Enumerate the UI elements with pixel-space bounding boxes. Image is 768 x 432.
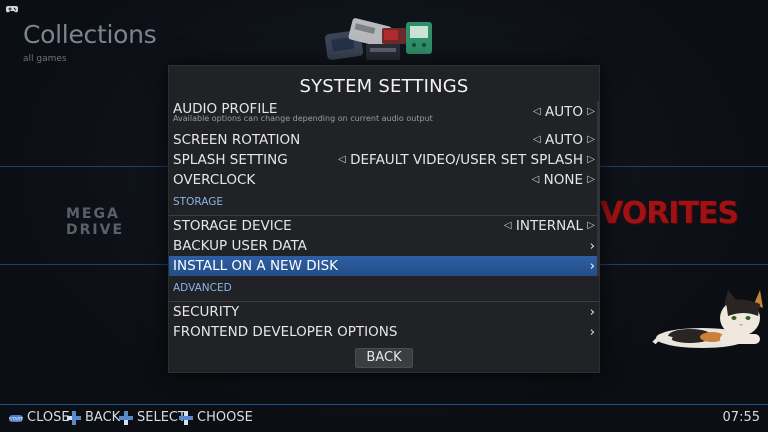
backup-user-data-option[interactable]: BACKUP USER DATA › (169, 236, 599, 256)
option-label: INSTALL ON A NEW DISK (173, 258, 339, 274)
frontend-developer-options-option[interactable]: FRONTEND DEVELOPER OPTIONS › (169, 322, 599, 340)
audio-profile-option[interactable]: AUDIO PROFILE ◁ AUTO ▷ Available options… (169, 102, 599, 125)
hint-back-label: BACK (85, 410, 121, 425)
option-label: BACKUP USER DATA (173, 238, 307, 254)
hint-close-label: CLOSE (27, 410, 70, 425)
collection-title: Collections (23, 20, 157, 49)
dpad-icon (119, 411, 133, 425)
arrow-right-icon[interactable]: ▷ (587, 130, 595, 150)
section-divider (169, 280, 599, 302)
chevron-right-icon: › (589, 324, 595, 340)
overclock-option[interactable]: OVERCLOCK ◁ NONE ▷ (169, 170, 599, 190)
arrow-left-icon[interactable]: ◁ (533, 130, 541, 150)
clock: 07:55 (722, 410, 760, 425)
screen: Collections all games MEGA DRIVE VORITES (0, 0, 768, 432)
splash-setting-option[interactable]: SPLASH SETTING ◁ DEFAULT VIDEO/USER SET … (169, 150, 599, 170)
system-settings-dialog: SYSTEM SETTINGS AUDIO PROFILE ◁ AUTO ▷ A… (168, 65, 600, 373)
dialog-title: SYSTEM SETTINGS (299, 76, 469, 97)
settings-list: AUDIO PROFILE ◁ AUTO ▷ Available options… (169, 102, 599, 340)
arrow-left-icon[interactable]: ◁ (338, 150, 346, 170)
gamepad-icon (6, 6, 18, 13)
option-label: STORAGE DEVICE (173, 218, 292, 234)
option-value: AUTO (545, 104, 583, 120)
start-button-icon: START (9, 415, 23, 423)
option-label: FRONTEND DEVELOPER OPTIONS (173, 324, 398, 340)
collection-subtitle: all games (23, 54, 67, 64)
install-on-new-disk-option[interactable]: INSTALL ON A NEW DISK › (169, 256, 599, 276)
settings-scrollbar[interactable] (597, 101, 600, 276)
option-label: SCREEN ROTATION (173, 132, 301, 148)
arrow-right-icon[interactable]: ▷ (587, 150, 595, 170)
chevron-right-icon: › (589, 258, 595, 274)
footer-help-bar: START CLOSE BACK SELECT CHOOSE 07:55 (0, 405, 768, 432)
option-value: AUTO (545, 132, 583, 148)
option-value-selector[interactable]: ◁ NONE ▷ (532, 170, 595, 190)
option-value: NONE (543, 172, 583, 188)
arrow-right-icon[interactable]: ▷ (587, 170, 595, 190)
arrow-right-icon[interactable]: ▷ (587, 216, 595, 236)
section-divider (169, 194, 599, 216)
mega-drive-logo: MEGA DRIVE (66, 206, 125, 238)
svg-text:START: START (9, 417, 23, 423)
option-label: OVERCLOCK (173, 172, 256, 188)
hint-select: SELECT (118, 410, 186, 426)
arrow-right-icon[interactable]: ▷ (587, 102, 595, 122)
hint-choose: CHOOSE (178, 410, 253, 426)
dpad-icon (67, 411, 81, 425)
storage-device-option[interactable]: STORAGE DEVICE ◁ INTERNAL ▷ (169, 216, 599, 236)
security-option[interactable]: SECURITY › (169, 302, 599, 322)
hint-close: START CLOSE (8, 410, 70, 426)
hint-back: BACK (66, 410, 120, 426)
screen-rotation-option[interactable]: SCREEN ROTATION ◁ AUTO ▷ (169, 130, 599, 150)
option-value-selector[interactable]: ◁ AUTO ▷ (533, 102, 595, 122)
consoles-artwork (324, 18, 432, 60)
cat-image (652, 290, 763, 348)
chevron-right-icon: › (589, 238, 595, 254)
option-label: SPLASH SETTING (173, 152, 288, 168)
dpad-icon (179, 411, 193, 425)
option-hint: Available options can change depending o… (173, 114, 433, 123)
option-value-selector[interactable]: ◁ AUTO ▷ (533, 130, 595, 150)
option-label: SECURITY (173, 304, 240, 320)
option-value: DEFAULT VIDEO/USER SET SPLASH (350, 152, 583, 168)
option-value-selector[interactable]: ◁ DEFAULT VIDEO/USER SET SPLASH ▷ (338, 150, 595, 170)
hint-choose-label: CHOOSE (197, 410, 253, 425)
arrow-left-icon[interactable]: ◁ (533, 102, 541, 122)
arrow-left-icon[interactable]: ◁ (532, 170, 540, 190)
option-value-selector[interactable]: ◁ INTERNAL ▷ (504, 216, 595, 236)
chevron-right-icon: › (589, 304, 595, 320)
favorites-logo: VORITES (600, 196, 739, 231)
option-value: INTERNAL (515, 218, 583, 234)
back-button[interactable]: BACK (355, 348, 413, 368)
arrow-left-icon[interactable]: ◁ (504, 216, 512, 236)
